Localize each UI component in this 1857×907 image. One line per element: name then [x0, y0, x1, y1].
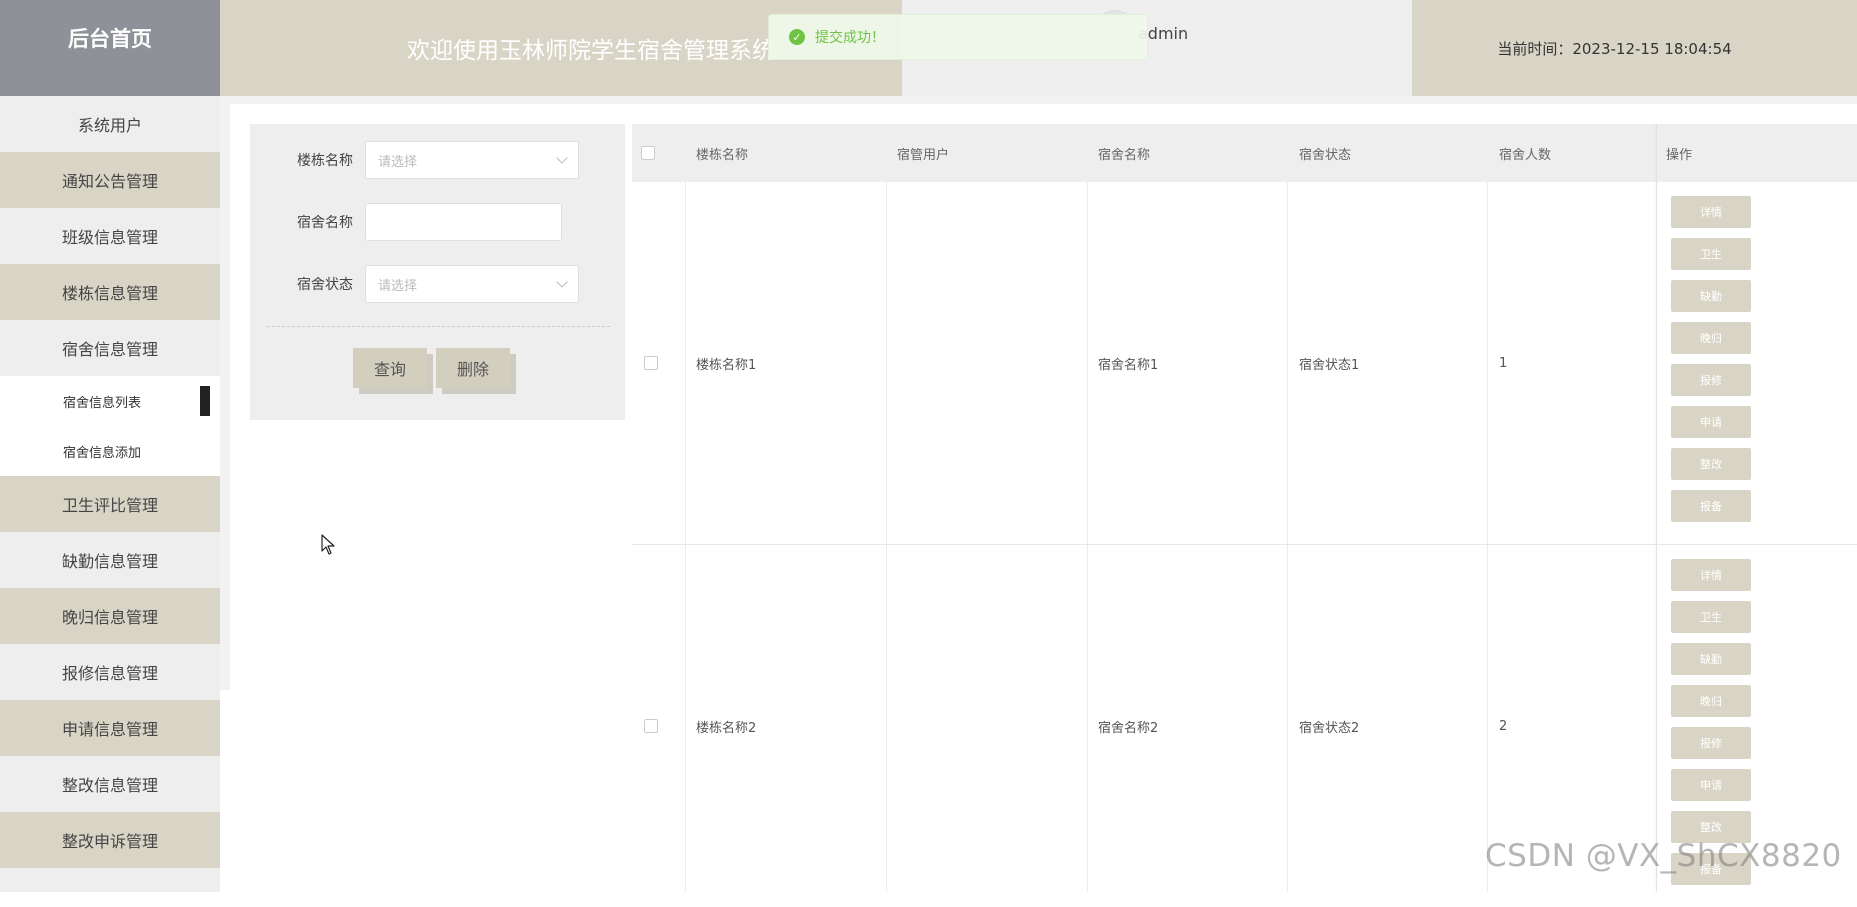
- repair-button[interactable]: 报修: [1671, 364, 1751, 396]
- success-toast: ✓ 提交成功！: [768, 14, 1148, 60]
- late-return-button[interactable]: 晚归: [1671, 685, 1751, 717]
- cell-status: 宿舍状态1: [1299, 357, 1360, 373]
- rectify-button[interactable]: 整改: [1671, 448, 1751, 480]
- row-checkbox[interactable]: [644, 719, 658, 733]
- delete-button[interactable]: 删除: [436, 348, 510, 388]
- sidebar: 系统用户 通知公告管理 班级信息管理 楼栋信息管理 宿舍信息管理 宿舍信息列表 …: [0, 96, 220, 892]
- apply-button[interactable]: 申请: [1671, 406, 1751, 438]
- cell-count: 1: [1499, 355, 1508, 371]
- table-header: 楼栋名称 宿管用户 宿舍名称 宿舍状态 宿舍人数 操作: [632, 124, 1857, 182]
- mouse-pointer-icon: [321, 534, 335, 555]
- actions-column-divider: [1656, 124, 1657, 892]
- toast-message: 提交成功！: [815, 30, 885, 46]
- sidebar-item-system-users[interactable]: 系统用户: [0, 96, 220, 152]
- col-status: 宿舍状态: [1299, 147, 1352, 163]
- hygiene-button[interactable]: 卫生: [1671, 601, 1751, 633]
- detail-button[interactable]: 详情: [1671, 196, 1751, 228]
- absence-button[interactable]: 缺勤: [1671, 280, 1751, 312]
- chevron-down-icon: [556, 276, 568, 288]
- cell-building: 楼栋名称1: [696, 357, 757, 373]
- cell-room: 宿舍名称2: [1098, 720, 1159, 736]
- form-divider: [267, 326, 610, 327]
- sidebar-subitem-dorm-add[interactable]: 宿舍信息添加: [0, 426, 220, 476]
- col-count: 宿舍人数: [1499, 147, 1552, 163]
- sidebar-item-rectification[interactable]: 整改信息管理: [0, 756, 220, 812]
- status-select-placeholder: 请选择: [378, 278, 418, 294]
- sidebar-item-hygiene[interactable]: 卫生评比管理: [0, 476, 220, 532]
- col-room: 宿舍名称: [1098, 147, 1151, 163]
- watermark: CSDN @VX_ShCX8820: [1485, 838, 1842, 874]
- sidebar-item-notices[interactable]: 通知公告管理: [0, 152, 220, 208]
- cell-room: 宿舍名称1: [1098, 357, 1159, 373]
- apply-button[interactable]: 申请: [1671, 769, 1751, 801]
- sidebar-item-absence[interactable]: 缺勤信息管理: [0, 532, 220, 588]
- col-building: 楼栋名称: [696, 147, 749, 163]
- report-button[interactable]: 报备: [1671, 490, 1751, 522]
- sidebar-item-late-return[interactable]: 晚归信息管理: [0, 588, 220, 644]
- cell-status: 宿舍状态2: [1299, 720, 1360, 736]
- hygiene-button[interactable]: 卫生: [1671, 238, 1751, 270]
- sidebar-item-buildings[interactable]: 楼栋信息管理: [0, 264, 220, 320]
- col-manager: 宿管用户: [897, 147, 950, 163]
- sidebar-item-rectification-appeal[interactable]: 整改申诉管理: [0, 812, 220, 868]
- building-select-placeholder: 请选择: [378, 154, 418, 170]
- room-name-label: 宿舍名称: [297, 215, 353, 231]
- sidebar-item-dorms[interactable]: 宿舍信息管理: [0, 320, 220, 376]
- status-label: 宿舍状态: [297, 277, 353, 293]
- table-row: 楼栋名称1 宿舍名称1 宿舍状态1 1 详情 卫生 缺勤 晚归 报修 申请 整改…: [632, 182, 1857, 545]
- dorm-table: 楼栋名称 宿管用户 宿舍名称 宿舍状态 宿舍人数 操作 楼栋名称1 宿舍名称1 …: [632, 124, 1857, 892]
- cell-building: 楼栋名称2: [696, 720, 757, 736]
- select-all-checkbox[interactable]: [641, 146, 655, 160]
- absence-button[interactable]: 缺勤: [1671, 643, 1751, 675]
- chevron-down-icon: [556, 152, 568, 164]
- detail-button[interactable]: 详情: [1671, 559, 1751, 591]
- building-select[interactable]: 请选择: [365, 141, 579, 179]
- repair-button[interactable]: 报修: [1671, 727, 1751, 759]
- col-actions: 操作: [1666, 147, 1693, 163]
- building-label: 楼栋名称: [297, 153, 353, 169]
- sidebar-subitem-dorm-list[interactable]: 宿舍信息列表: [0, 376, 220, 426]
- status-select[interactable]: 请选择: [365, 265, 579, 303]
- room-name-input[interactable]: [365, 203, 562, 241]
- row-actions: 详情 卫生 缺勤 晚归 报修 申请 整改 报备: [1671, 196, 1751, 532]
- check-circle-icon: ✓: [789, 29, 805, 45]
- row-checkbox[interactable]: [644, 356, 658, 370]
- late-return-button[interactable]: 晚归: [1671, 322, 1751, 354]
- current-time: 当前时间：2023-12-15 18:04:54: [1412, 0, 1857, 96]
- sidebar-item-repairs[interactable]: 报修信息管理: [0, 644, 220, 700]
- search-panel: 楼栋名称 请选择 宿舍名称 宿舍状态 请选择 查询 删除: [250, 124, 625, 420]
- sidebar-item-classes[interactable]: 班级信息管理: [0, 208, 220, 264]
- sidebar-item-applications[interactable]: 申请信息管理: [0, 700, 220, 756]
- query-button[interactable]: 查询: [353, 348, 427, 388]
- brand-title[interactable]: 后台首页: [0, 0, 220, 96]
